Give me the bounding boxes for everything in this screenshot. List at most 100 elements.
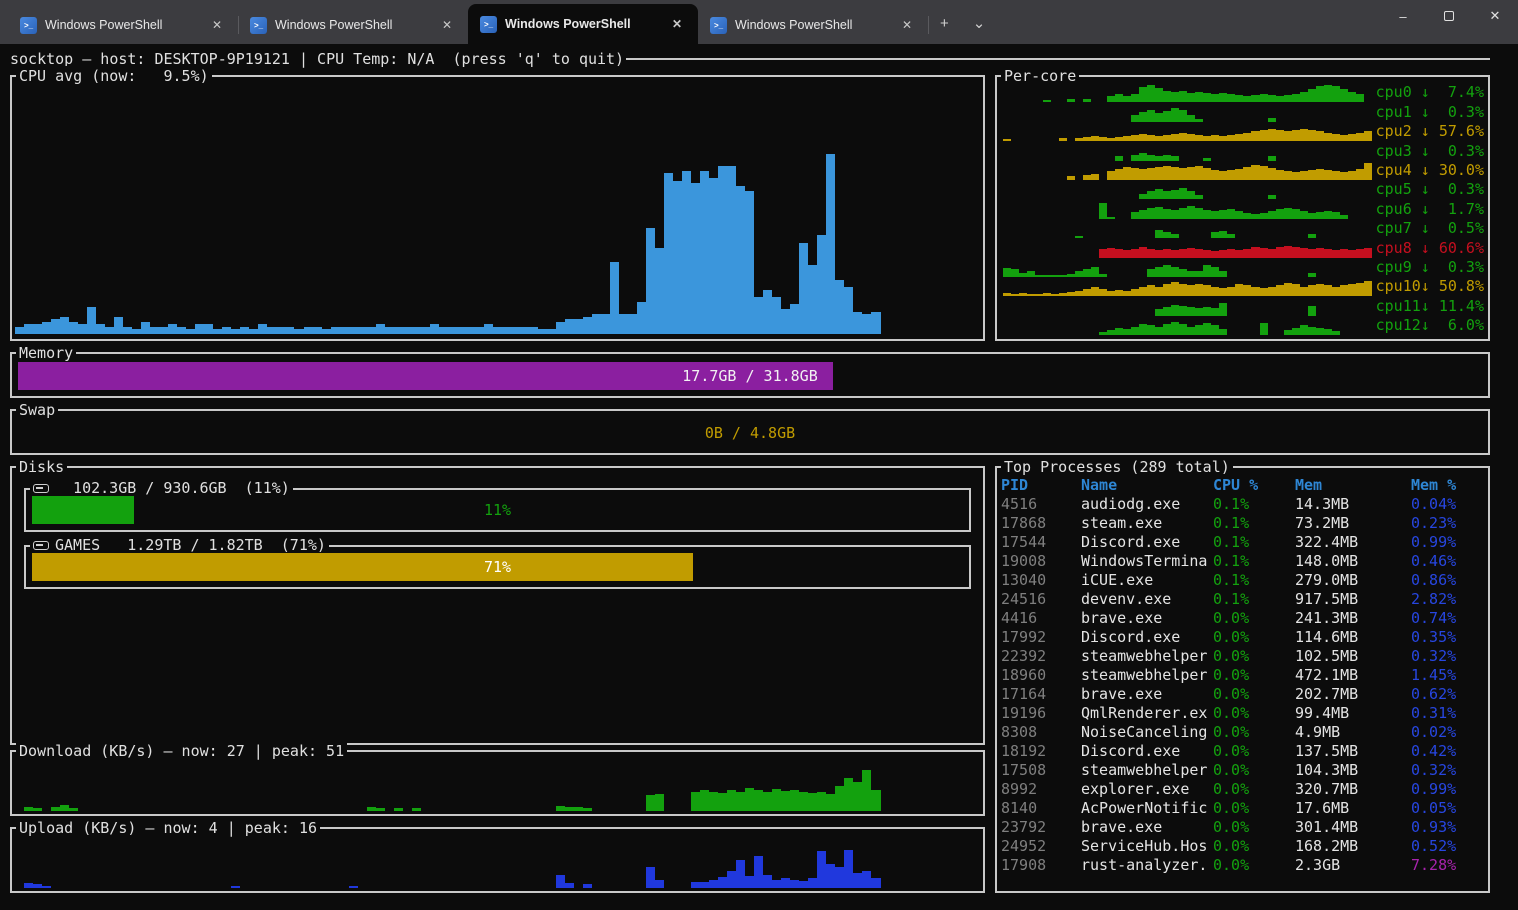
core-bar: [1195, 249, 1203, 258]
core-bar: [1324, 170, 1332, 180]
tab-windows-powershell-1[interactable]: >_Windows PowerShell✕: [238, 6, 468, 44]
core-bar: [1251, 131, 1259, 141]
cpu-avg-bar: [96, 324, 105, 334]
upload-bar: [231, 886, 240, 888]
core-bar: [1276, 209, 1284, 219]
core-bar: [1155, 88, 1163, 102]
tab-close-icon[interactable]: ✕: [206, 16, 228, 34]
core-sparkline-0: [1003, 83, 1372, 102]
upload-bar: [42, 886, 51, 888]
cpu-avg-bar: [376, 324, 385, 334]
core-label-7: cpu7 ↓ 0.5%: [1372, 219, 1484, 238]
download-bar: [655, 794, 664, 811]
process-mem-pct: 7.28%: [1411, 856, 1486, 875]
tab-dropdown-button[interactable]: ⌄: [961, 10, 998, 36]
tab-strip: >_ Windows PowerShell ✕ >_ Windows PowerShel…: [0, 0, 928, 44]
process-name: WindowsTermina: [1081, 552, 1213, 571]
download-bar: [871, 790, 880, 811]
core-bar: [1179, 249, 1187, 258]
core-bar: [1243, 285, 1251, 296]
core-bar: [1300, 325, 1308, 335]
core-bar: [1308, 170, 1316, 180]
per-core-rows: cpu0 ↓ 7.4%cpu1 ↓ 0.3%cpu2 ↓ 57.6%cpu3 ↓…: [1003, 83, 1484, 335]
cpu-avg-bar: [412, 327, 421, 334]
core-bar: [1211, 211, 1219, 219]
cpu-avg-bar: [331, 327, 340, 334]
cpu-avg-bar: [457, 327, 466, 334]
process-cpu-pct: 0.0%: [1213, 704, 1295, 723]
core-bar: [1219, 210, 1227, 219]
core-bar: [1203, 323, 1211, 335]
tab-label: Windows PowerShell: [505, 17, 658, 31]
download-bar: [862, 770, 871, 811]
core-bar: [1147, 85, 1155, 102]
powershell-icon: >_: [710, 17, 727, 34]
cpu-avg-bar: [33, 324, 42, 334]
download-bar: [700, 790, 709, 811]
cpu-avg-bar: [709, 178, 718, 334]
core-row-0: cpu0 ↓ 7.4%: [1003, 83, 1484, 102]
upload-bar: [844, 850, 853, 888]
tab-label: Windows PowerShell: [735, 18, 888, 32]
download-panel: Download (KB/s) — now: 27 | peak: 51: [10, 750, 985, 816]
new-tab-button[interactable]: +: [928, 11, 961, 36]
core-bar: [1187, 307, 1195, 316]
core-bar: [1131, 94, 1139, 103]
core-bar: [1316, 86, 1324, 102]
core-bar: [1195, 284, 1203, 296]
core-bar: [1163, 111, 1171, 122]
tab-windows-powershell-0[interactable]: >_Windows PowerShell✕: [8, 6, 238, 44]
process-row-17: 23792brave.exe0.0%301.4MB0.93%: [1001, 818, 1486, 837]
process-mem-pct: 0.31%: [1411, 704, 1486, 723]
tab-windows-powershell-2[interactable]: >_Windows PowerShell✕: [468, 4, 698, 44]
tab-separator: [928, 16, 929, 34]
core-bar: [1163, 191, 1171, 200]
process-mem-pct: 0.99%: [1411, 780, 1486, 799]
swap-gauge-label: 0B / 4.8GB: [18, 424, 1482, 442]
core-bar: [1139, 324, 1147, 335]
core-bar: [1163, 265, 1171, 277]
tab-close-icon[interactable]: ✕: [436, 16, 458, 34]
upload-bar: [808, 878, 817, 888]
tab-windows-powershell-3[interactable]: >_ Windows PowerShell ✕: [698, 6, 928, 44]
core-label-0: cpu0 ↓ 7.4%: [1372, 83, 1484, 102]
core-bar: [1251, 165, 1259, 180]
tab-close-icon[interactable]: ✕: [666, 15, 688, 33]
cpu-avg-bar: [682, 171, 691, 334]
process-pid: 8992: [1001, 780, 1081, 799]
process-row-2: 17544Discord.exe0.1%322.4MB0.99%: [1001, 533, 1486, 552]
upload-bar: [709, 880, 718, 888]
core-bar: [1276, 170, 1284, 180]
core-bar: [1284, 246, 1292, 258]
core-sparkline-11: [1003, 296, 1372, 315]
core-bar: [1219, 288, 1227, 297]
core-bar: [1219, 329, 1227, 335]
core-bar: [1171, 92, 1179, 103]
process-mem: 14.3MB: [1295, 495, 1411, 514]
cpu-avg-bar: [502, 327, 511, 334]
core-bar: [1187, 93, 1195, 103]
core-bar: [1203, 307, 1211, 316]
process-pid: 13040: [1001, 571, 1081, 590]
core-bar: [1243, 167, 1251, 180]
core-bar: [1268, 95, 1276, 103]
cpu-avg-bar: [141, 322, 150, 334]
core-bar: [1179, 168, 1187, 180]
download-bar: [844, 778, 853, 811]
process-row-19: 17908rust-analyzer.0.0%2.3GB7.28%: [1001, 856, 1486, 875]
minimize-button[interactable]: –: [1380, 0, 1426, 32]
close-button[interactable]: ✕: [1472, 0, 1518, 32]
core-bar: [1284, 95, 1292, 103]
process-mem: 322.4MB: [1295, 533, 1411, 552]
upload-bar: [853, 873, 862, 888]
powershell-icon: >_: [250, 17, 267, 34]
download-bar: [781, 791, 790, 811]
core-bar: [1332, 331, 1340, 335]
download-bar: [745, 788, 754, 811]
maximize-button[interactable]: [1426, 0, 1472, 32]
tab-close-icon[interactable]: ✕: [896, 16, 918, 34]
process-mem: 301.4MB: [1295, 818, 1411, 837]
disk-0-header: 102.3GB / 930.6GB (11%): [30, 479, 293, 497]
download-bar: [60, 805, 69, 811]
core-bar: [1227, 287, 1235, 297]
